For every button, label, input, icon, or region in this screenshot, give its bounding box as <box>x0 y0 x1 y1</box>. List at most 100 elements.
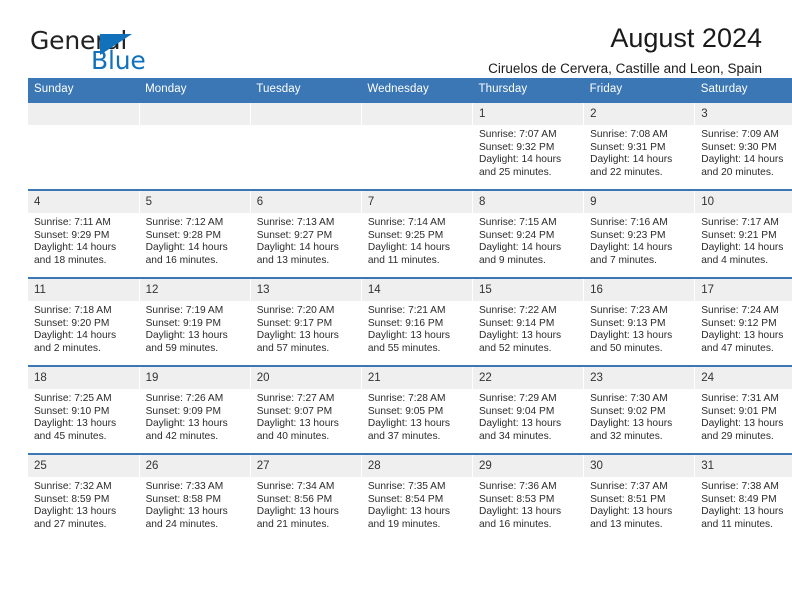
day-sun-info: Sunrise: 7:30 AM Sunset: 9:02 PM Daylight:… <box>584 389 694 443</box>
calendar-day-cell[interactable]: 25 Sunrise: 7:32 AM Sunset: 8:59 PM Dayligh… <box>28 453 140 541</box>
calendar-day-cell-empty <box>139 101 251 190</box>
day-info-line: Sunset: 9:16 PM <box>367 317 444 329</box>
day-sun-info: Sunrise: 7:20 AM Sunset: 9:17 PM Daylight:… <box>251 301 361 355</box>
calendar-day-cell[interactable]: 18 Sunrise: 7:25 AM Sunset: 9:10 PM Dayligh… <box>28 365 140 454</box>
page-subtitle: Ciruelos de Cervera, Castille and Leon, … <box>488 61 762 76</box>
day-info-line: Sunset: 8:54 PM <box>367 493 444 505</box>
day-info-line: Sunrise: 7:32 AM <box>34 481 112 492</box>
brand-logo-word-blue: Blue <box>91 46 146 75</box>
day-number: 4 <box>28 191 139 213</box>
calendar-day-cell[interactable]: 24 Sunrise: 7:31 AM Sunset: 9:01 PM Dayligh… <box>694 365 792 454</box>
day-number: 3 <box>695 103 792 125</box>
calendar-day-cell[interactable]: 12 Sunrise: 7:19 AM Sunset: 9:19 PM Dayligh… <box>139 277 251 366</box>
calendar-day-cell[interactable]: 17 Sunrise: 7:24 AM Sunset: 9:12 PM Dayligh… <box>694 277 792 366</box>
brand-logo[interactable]: General Blue <box>30 22 210 74</box>
day-info-line: Daylight: 14 hours <box>479 242 562 254</box>
day-sun-info: Sunrise: 7:18 AM Sunset: 9:20 PM Daylight:… <box>28 301 139 355</box>
day-info-line: Daylight: 14 hours <box>701 242 784 254</box>
day-info-line: Sunset: 9:29 PM <box>34 229 110 241</box>
day-number: 22 <box>473 367 584 389</box>
calendar-day-cell[interactable]: 27 Sunrise: 7:34 AM Sunset: 8:56 PM Dayligh… <box>250 453 362 541</box>
calendar-day-cell[interactable]: 1 Sunrise: 7:07 AM Sunset: 9:32 PM Daylight… <box>472 101 585 190</box>
day-info-line: Sunset: 8:53 PM <box>479 493 555 505</box>
day-number: 14 <box>361 279 472 301</box>
calendar-day-cell[interactable]: 28 Sunrise: 7:35 AM Sunset: 8:54 PM Dayligh… <box>361 453 474 541</box>
day-number: 16 <box>584 279 695 301</box>
calendar-day-cell[interactable]: 26 Sunrise: 7:33 AM Sunset: 8:58 PM Dayligh… <box>139 453 251 541</box>
calendar-day-cell[interactable]: 30 Sunrise: 7:37 AM Sunset: 8:51 PM Dayligh… <box>583 453 696 541</box>
day-info-line: and 20 minutes. <box>701 166 774 178</box>
calendar-day-cell[interactable]: 23 Sunrise: 7:30 AM Sunset: 9:02 PM Dayligh… <box>583 365 696 454</box>
day-info-line: Sunrise: 7:16 AM <box>590 217 668 228</box>
day-info-line: and 50 minutes. <box>590 342 663 354</box>
day-sun-info: Sunrise: 7:26 AM Sunset: 9:09 PM Daylight:… <box>140 389 250 443</box>
calendar-week-row: 4 Sunrise: 7:11 AM Sunset: 9:29 PM Daylight… <box>28 189 792 278</box>
day-number: 1 <box>473 103 584 125</box>
day-info-line: Sunrise: 7:17 AM <box>701 217 779 228</box>
weekday-header-saturday: Saturday <box>694 78 792 102</box>
day-sun-info: Sunrise: 7:17 AM Sunset: 9:21 PM Daylight:… <box>695 213 792 267</box>
calendar-body: 1 Sunrise: 7:07 AM Sunset: 9:32 PM Daylight… <box>28 101 792 541</box>
day-info-line: Daylight: 14 hours <box>590 154 673 166</box>
day-info-line: and 25 minutes. <box>479 166 552 178</box>
day-info-line: and 34 minutes. <box>479 430 552 442</box>
calendar-day-cell[interactable]: 29 Sunrise: 7:36 AM Sunset: 8:53 PM Dayligh… <box>472 453 585 541</box>
day-info-line: Daylight: 13 hours <box>701 506 784 518</box>
weekday-header-monday: Monday <box>139 78 251 102</box>
calendar-day-cell[interactable]: 6 Sunrise: 7:13 AM Sunset: 9:27 PM Daylight… <box>250 189 362 278</box>
day-sun-info: Sunrise: 7:36 AM Sunset: 8:53 PM Daylight:… <box>473 477 583 531</box>
calendar-day-cell[interactable]: 3 Sunrise: 7:09 AM Sunset: 9:30 PM Daylight… <box>694 101 792 190</box>
day-info-line: Sunrise: 7:31 AM <box>701 393 779 404</box>
day-info-line: and 18 minutes. <box>34 254 107 266</box>
calendar-day-cell[interactable]: 13 Sunrise: 7:20 AM Sunset: 9:17 PM Dayligh… <box>250 277 362 366</box>
day-info-line: Sunset: 9:24 PM <box>479 229 555 241</box>
day-info-line: and 13 minutes. <box>256 254 330 266</box>
day-info-line: Sunset: 9:20 PM <box>34 317 110 329</box>
calendar-week-row: 11 Sunrise: 7:18 AM Sunset: 9:20 PM Dayligh… <box>28 277 792 366</box>
day-info-line: and 21 minutes. <box>256 518 330 530</box>
calendar-day-cell[interactable]: 21 Sunrise: 7:28 AM Sunset: 9:05 PM Dayligh… <box>361 365 474 454</box>
calendar-day-cell[interactable]: 5 Sunrise: 7:12 AM Sunset: 9:28 PM Daylight… <box>139 189 251 278</box>
day-info-line: and 40 minutes. <box>256 430 330 442</box>
calendar-day-cell[interactable]: 20 Sunrise: 7:27 AM Sunset: 9:07 PM Dayligh… <box>250 365 362 454</box>
calendar-day-cell[interactable]: 16 Sunrise: 7:23 AM Sunset: 9:13 PM Dayligh… <box>583 277 696 366</box>
calendar-day-cell-empty <box>250 101 362 190</box>
calendar-day-cell[interactable]: 22 Sunrise: 7:29 AM Sunset: 9:04 PM Dayligh… <box>472 365 585 454</box>
day-info-line: Sunrise: 7:34 AM <box>256 481 335 492</box>
day-number: 25 <box>28 455 139 477</box>
calendar-day-cell[interactable]: 19 Sunrise: 7:26 AM Sunset: 9:09 PM Dayligh… <box>139 365 251 454</box>
day-info-line: Sunset: 8:49 PM <box>701 493 777 505</box>
calendar-day-cell[interactable]: 8 Sunrise: 7:15 AM Sunset: 9:24 PM Daylight… <box>472 189 585 278</box>
day-sun-info: Sunrise: 7:23 AM Sunset: 9:13 PM Daylight:… <box>584 301 694 355</box>
day-info-line: and 45 minutes. <box>34 430 107 442</box>
day-info-line: Sunrise: 7:25 AM <box>34 393 112 404</box>
calendar-day-cell[interactable]: 9 Sunrise: 7:16 AM Sunset: 9:23 PM Daylight… <box>583 189 696 278</box>
day-info-line: Sunrise: 7:30 AM <box>590 393 668 404</box>
day-sun-info: Sunrise: 7:07 AM Sunset: 9:32 PM Daylight:… <box>473 125 583 179</box>
day-info-line: Sunset: 9:28 PM <box>145 229 221 241</box>
calendar-day-cell[interactable]: 10 Sunrise: 7:17 AM Sunset: 9:21 PM Dayligh… <box>694 189 792 278</box>
day-number: 15 <box>473 279 584 301</box>
day-info-line: Daylight: 13 hours <box>367 418 450 430</box>
day-info-line: Sunrise: 7:14 AM <box>367 217 446 228</box>
calendar-day-cell[interactable]: 14 Sunrise: 7:21 AM Sunset: 9:16 PM Dayligh… <box>361 277 474 366</box>
calendar-day-cell-empty <box>361 101 474 190</box>
day-info-line: Daylight: 13 hours <box>701 330 784 342</box>
day-info-line: Sunrise: 7:12 AM <box>145 217 224 228</box>
day-number <box>361 103 472 125</box>
calendar-day-cell[interactable]: 31 Sunrise: 7:38 AM Sunset: 8:49 PM Dayligh… <box>694 453 792 541</box>
calendar-page: General Blue August 2024 Ciruelos de Cer… <box>0 0 792 612</box>
day-info-line: Sunrise: 7:24 AM <box>701 305 779 316</box>
day-sun-info: Sunrise: 7:33 AM Sunset: 8:58 PM Daylight:… <box>140 477 250 531</box>
day-number: 31 <box>695 455 792 477</box>
calendar-day-cell[interactable]: 4 Sunrise: 7:11 AM Sunset: 9:29 PM Daylight… <box>28 189 140 278</box>
calendar-day-cell[interactable]: 2 Sunrise: 7:08 AM Sunset: 9:31 PM Daylight… <box>583 101 696 190</box>
calendar-day-cell[interactable]: 15 Sunrise: 7:22 AM Sunset: 9:14 PM Dayligh… <box>472 277 585 366</box>
day-number: 6 <box>250 191 361 213</box>
calendar-day-cell[interactable]: 11 Sunrise: 7:18 AM Sunset: 9:20 PM Dayligh… <box>28 277 140 366</box>
calendar-day-cell-empty <box>28 101 140 190</box>
day-info-line: Sunrise: 7:07 AM <box>479 129 557 140</box>
calendar-day-cell[interactable]: 7 Sunrise: 7:14 AM Sunset: 9:25 PM Daylight… <box>361 189 474 278</box>
day-info-line: Daylight: 14 hours <box>479 154 562 166</box>
day-sun-info: Sunrise: 7:25 AM Sunset: 9:10 PM Daylight:… <box>28 389 139 443</box>
